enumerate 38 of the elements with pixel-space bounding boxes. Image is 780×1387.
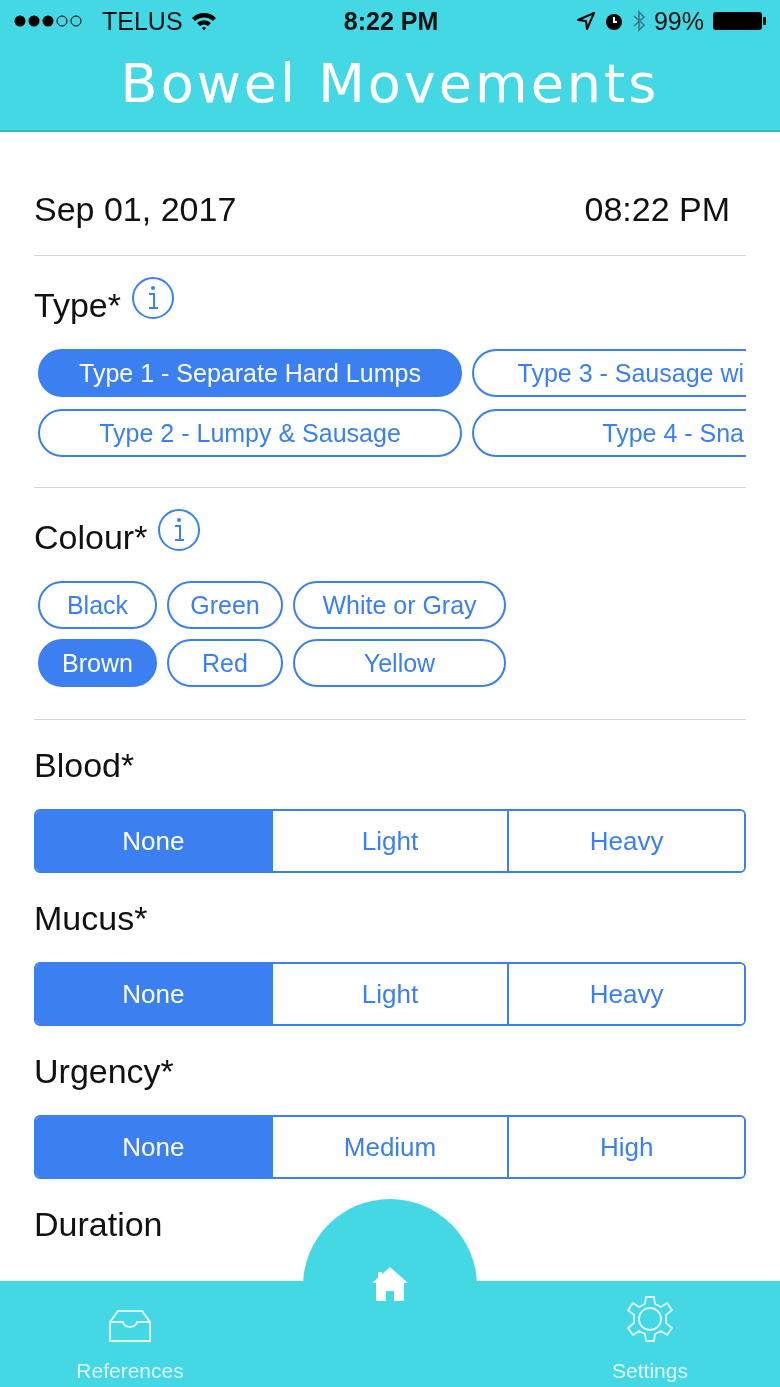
section-label: Blood* [34,745,136,786]
battery-icon [712,10,768,32]
colour-option[interactable]: Yellow [293,639,506,687]
colour-option[interactable]: Red [167,639,283,687]
section-label: Colour* [34,518,148,557]
app-title: Bowel Movements [119,52,661,115]
section-label: Mucus* [34,898,149,939]
colour-option[interactable]: Brown [38,639,157,687]
info-icon[interactable] [157,507,202,552]
section-label: Urgency* [34,1051,175,1092]
wifi-icon [190,11,217,31]
type-option[interactable]: Type 4 - Sna [472,409,746,457]
colour-option[interactable]: Green [167,581,283,629]
info-icon[interactable] [130,275,175,320]
segment-option[interactable]: Heavy [507,964,744,1024]
type-option[interactable]: Type 1 - Separate Hard Lumps [38,349,462,397]
segment-option[interactable]: None [36,811,271,871]
carrier-name: TELUS [102,6,183,36]
entry-time[interactable]: 08:22 PM [584,190,730,229]
section-label: Duration [34,1204,164,1245]
type-option[interactable]: Type 3 - Sausage wi [472,349,746,397]
segment-option[interactable]: None [36,1117,271,1177]
entry-date[interactable]: Sep 01, 2017 [34,190,237,229]
alarm-clock-icon [603,11,624,31]
type-option[interactable]: Type 2 - Lumpy & Sausage [38,409,462,457]
battery-percent: 99% [653,6,704,36]
colour-option[interactable]: White or Gray [293,581,506,629]
inbox-tray-icon [107,1309,153,1343]
clock-time: 8:22 PM [343,6,439,36]
segment-option[interactable]: High [507,1117,744,1177]
settings-icon [626,1295,674,1343]
bluetooth-icon [631,10,646,32]
segment-option[interactable]: Heavy [507,811,744,871]
home-icon [370,1265,410,1303]
segment-option[interactable]: None [36,964,271,1024]
colour-option[interactable]: Black [38,581,157,629]
location-arrow-icon [575,11,596,31]
section-label: Type* [34,286,121,325]
